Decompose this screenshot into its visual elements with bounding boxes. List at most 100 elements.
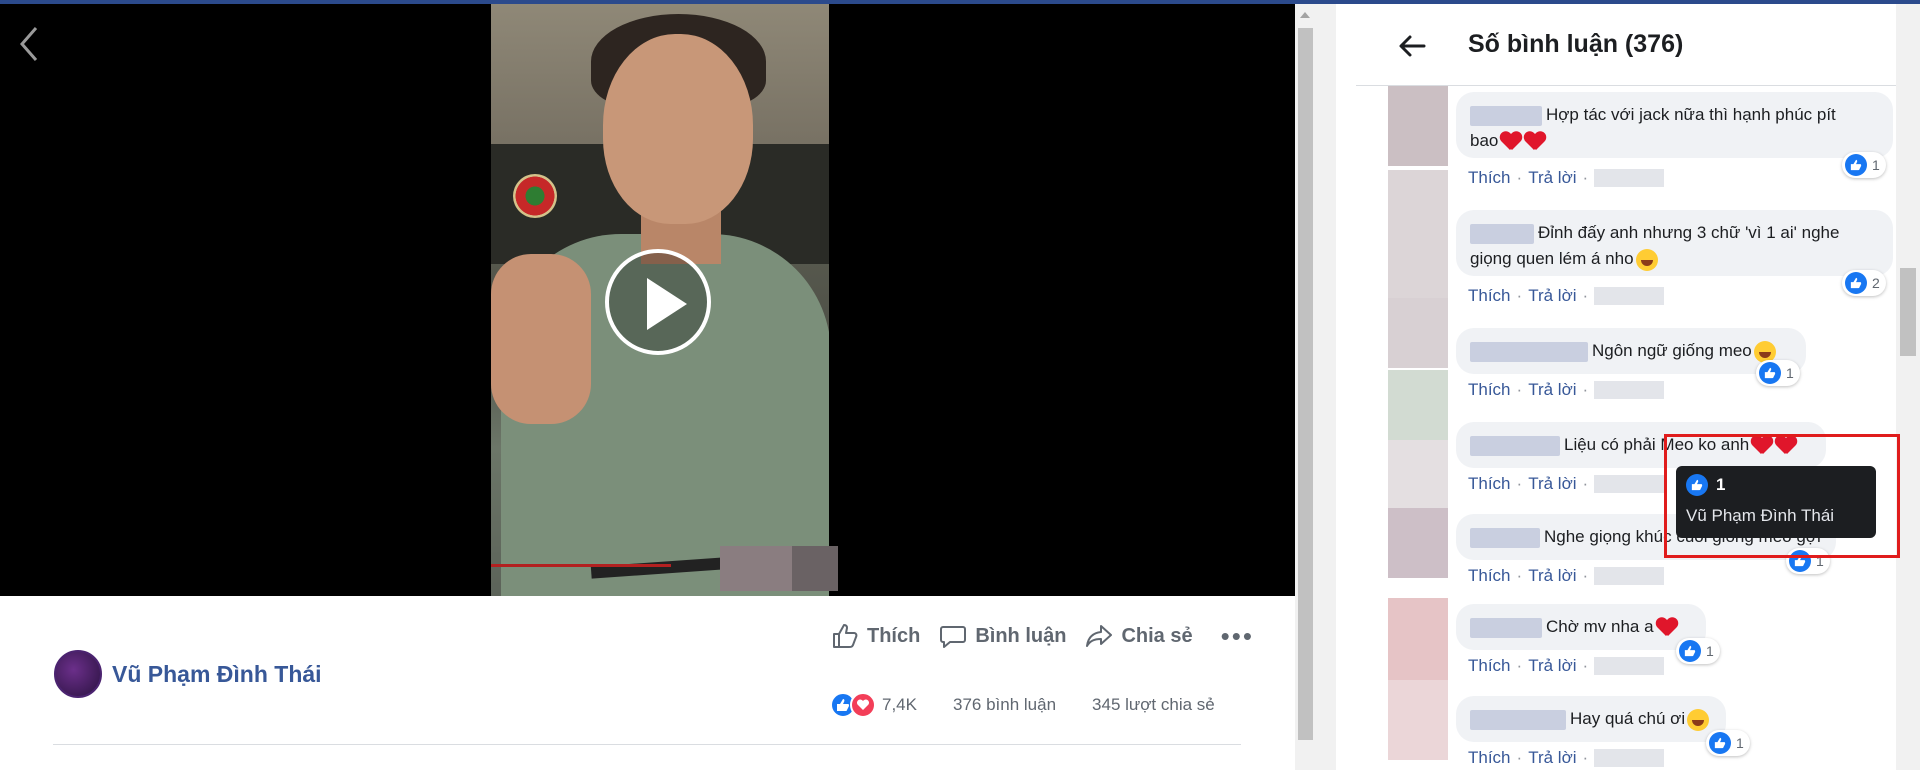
comment-list: Hợp tác với jack nữa thì hạnh phúc pít b… xyxy=(1356,86,1916,770)
commenter-name[interactable] xyxy=(1470,223,1534,244)
comment-reaction-pill[interactable]: 2 xyxy=(1842,270,1886,296)
scrollbar-thumb[interactable] xyxy=(1298,28,1313,740)
love-reaction-icon xyxy=(850,692,876,718)
comment-like-link[interactable]: Thích xyxy=(1468,380,1511,400)
like-icon xyxy=(1679,640,1701,662)
comment-bubble: Hợp tác với jack nữa thì hạnh phúc pít b… xyxy=(1456,92,1893,158)
comment-actions: Thích · Trả lời · xyxy=(1468,168,1665,188)
commenter-avatar[interactable] xyxy=(1388,440,1448,510)
comment-like-link[interactable]: Thích xyxy=(1468,286,1511,306)
back-arrow-icon[interactable] xyxy=(1396,30,1428,62)
comment-time[interactable] xyxy=(1594,287,1665,305)
like-icon xyxy=(1845,154,1867,176)
commenter-name[interactable] xyxy=(1470,435,1560,456)
comment-reaction-pill[interactable]: 1 xyxy=(1676,638,1720,664)
like-icon xyxy=(1845,272,1867,294)
comment-like-link[interactable]: Thích xyxy=(1468,474,1511,494)
page-scrollbar[interactable] xyxy=(1295,4,1316,770)
comments-panel: Số bình luận (376) Hợp tác với jack nữa … xyxy=(1316,4,1920,770)
heart-emoji xyxy=(1524,132,1546,152)
panel-header: Số bình luận (376) xyxy=(1356,4,1920,86)
commenter-avatar[interactable] xyxy=(1388,680,1448,760)
back-chevron-icon[interactable] xyxy=(16,24,42,64)
play-icon xyxy=(647,278,687,330)
commenter-avatar[interactable] xyxy=(1388,370,1448,440)
play-button[interactable] xyxy=(605,249,711,355)
more-options-icon[interactable]: ••• xyxy=(1221,623,1254,649)
share-count[interactable]: 345 lượt chia sẻ xyxy=(1092,695,1215,715)
like-icon xyxy=(1709,732,1731,754)
comment-reply-link[interactable]: Trả lời xyxy=(1528,168,1576,188)
scrollbar-thumb[interactable] xyxy=(1900,268,1916,356)
panel-scrollbar[interactable] xyxy=(1896,4,1920,770)
comment-label: Bình luận xyxy=(975,624,1067,647)
comment-time[interactable] xyxy=(1594,169,1665,187)
comment-bubble: Chờ mv nha a xyxy=(1456,604,1706,650)
commenter-name[interactable] xyxy=(1470,527,1540,548)
comment-like-link[interactable]: Thích xyxy=(1468,748,1511,768)
reaction-count[interactable]: 7,4K xyxy=(882,695,917,715)
comment-time[interactable] xyxy=(1594,749,1665,767)
commenter-name[interactable] xyxy=(1470,105,1542,126)
comment-bubble: Ngôn ngữ giống meo xyxy=(1456,328,1806,374)
comment-reply-link[interactable]: Trả lời xyxy=(1528,286,1576,306)
comment-reply-link[interactable]: Trả lời xyxy=(1528,748,1576,768)
comment-bubble-icon xyxy=(940,626,967,648)
comment-count[interactable]: 376 bình luận xyxy=(953,695,1056,715)
comment-reply-link[interactable]: Trả lời xyxy=(1528,380,1576,400)
heart-emoji xyxy=(1751,436,1773,456)
comment-time[interactable] xyxy=(1594,657,1665,675)
comment-actions: Thích · Trả lời · xyxy=(1468,380,1665,400)
heart-emoji xyxy=(1775,436,1797,456)
like-label: Thích xyxy=(867,624,921,647)
comment-reaction-pill[interactable]: 1 xyxy=(1756,360,1800,386)
comment-button[interactable]: Bình luận xyxy=(938,621,1066,651)
comment-like-link[interactable]: Thích xyxy=(1468,168,1511,188)
smiling-hearts-emoji xyxy=(1687,708,1710,731)
video-player[interactable] xyxy=(0,4,1295,596)
author-name[interactable]: Vũ Phạm Đình Thái xyxy=(112,661,322,688)
comment-like-link[interactable]: Thích xyxy=(1468,566,1511,586)
comment-bubble: Liệu có phải Meo ko anh xyxy=(1456,422,1826,468)
author-avatar[interactable] xyxy=(54,650,102,698)
comment-reaction-pill[interactable]: 1 xyxy=(1786,548,1830,574)
commenter-avatar[interactable] xyxy=(1388,508,1448,578)
post-action-bar: Thích Bình luận Chia sẻ ••• xyxy=(830,618,1254,654)
comment-reaction-pill[interactable]: 1 xyxy=(1706,730,1750,756)
comment-reply-link[interactable]: Trả lời xyxy=(1528,474,1576,494)
comment-reply-link[interactable]: Trả lời xyxy=(1528,566,1576,586)
comment-time[interactable] xyxy=(1594,567,1665,585)
footer-divider xyxy=(53,744,1241,745)
comment-actions: Thích · Trả lời · xyxy=(1468,566,1665,586)
wall-emblem xyxy=(513,174,557,218)
comment-actions: Thích · Trả lời · xyxy=(1468,656,1665,676)
comment-time[interactable] xyxy=(1594,475,1665,493)
comment-reaction-pill[interactable]: 1 xyxy=(1842,152,1886,178)
commenter-name[interactable] xyxy=(1470,617,1542,638)
scroll-up-arrow-icon[interactable] xyxy=(1300,12,1310,18)
comment-bubble: Hay quá chú ơi xyxy=(1456,696,1726,742)
laughing-emoji xyxy=(1635,248,1658,271)
commenter-name[interactable] xyxy=(1470,341,1588,362)
reaction-tooltip: 1 Vũ Phạm Đình Thái xyxy=(1676,466,1876,538)
post-footer: Thích Bình luận Chia sẻ ••• Vũ Phạm Đình… xyxy=(0,596,1295,770)
reaction-icons[interactable] xyxy=(830,692,876,718)
share-label: Chia sẻ xyxy=(1121,624,1193,647)
share-button[interactable]: Chia sẻ xyxy=(1084,621,1193,651)
like-button[interactable]: Thích xyxy=(830,621,920,651)
comment-actions: Thích · Trả lời · xyxy=(1468,286,1665,306)
commenter-avatar[interactable] xyxy=(1388,298,1448,368)
comment-time[interactable] xyxy=(1594,381,1665,399)
post-author[interactable]: Vũ Phạm Đình Thái xyxy=(54,650,322,698)
like-icon xyxy=(1789,550,1811,572)
post-stats: 7,4K 376 bình luận 345 lượt chia sẻ xyxy=(830,692,1215,718)
comment-actions: Thích · Trả lời · xyxy=(1468,474,1665,494)
thumbs-up-icon xyxy=(833,624,858,648)
commenter-avatar[interactable] xyxy=(1388,86,1448,166)
commenter-name[interactable] xyxy=(1470,709,1566,730)
comment-bubble: Đỉnh đấy anh nhưng 3 chữ 'vì 1 ai' nghe … xyxy=(1456,210,1893,276)
comment-like-link[interactable]: Thích xyxy=(1468,656,1511,676)
like-icon xyxy=(1686,474,1708,496)
comment-reply-link[interactable]: Trả lời xyxy=(1528,656,1576,676)
like-icon xyxy=(1759,362,1781,384)
